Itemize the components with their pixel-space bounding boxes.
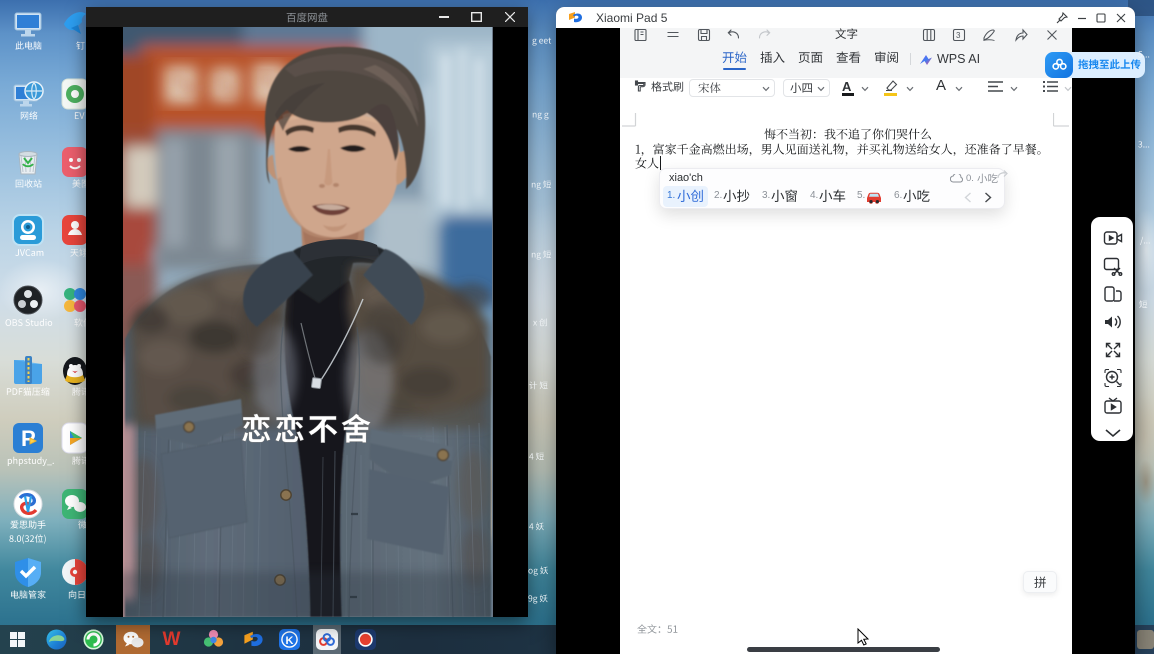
- svg-text:K: K: [286, 635, 294, 647]
- svg-text:3: 3: [956, 31, 961, 40]
- svg-text:P: P: [21, 426, 36, 451]
